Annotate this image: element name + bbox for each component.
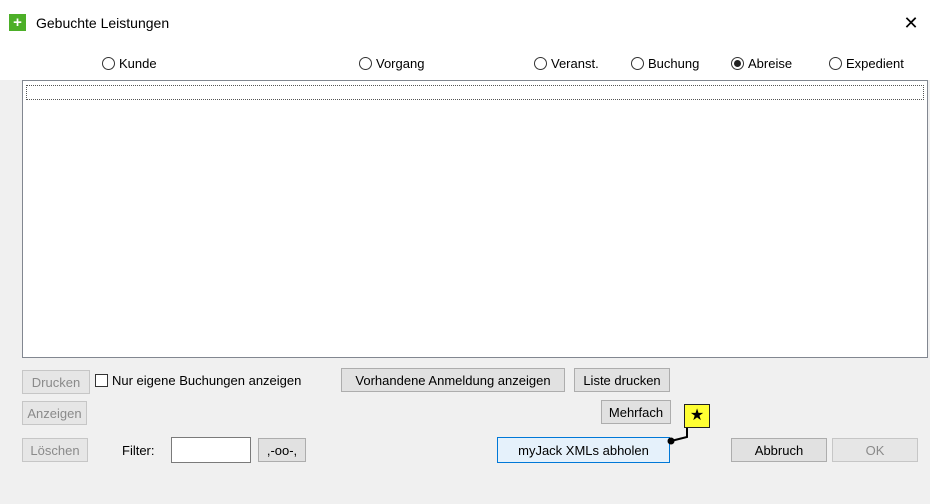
radio-circle-icon <box>102 56 115 70</box>
show-registration-button[interactable]: Vorhandene Anmeldung anzeigen <box>341 368 565 392</box>
app-plus-icon: + <box>9 14 26 31</box>
radio-label: Vorgang <box>376 55 425 71</box>
radio-label: Buchung <box>648 55 700 71</box>
myjack-fetch-button[interactable]: myJack XMLs abholen <box>497 437 670 463</box>
checkbox-label: Nur eigene Buchungen anzeigen <box>112 373 302 388</box>
radio-abreise[interactable]: Abreise <box>731 55 792 71</box>
dialog-window: + Gebuchte Leistungen ✕ Kunde Vorgang Ve… <box>0 0 930 504</box>
radio-label: Veranst. <box>551 55 599 71</box>
print-button[interactable]: Drucken <box>22 370 90 394</box>
radio-selected-icon <box>731 56 744 70</box>
radio-label: Abreise <box>748 55 793 71</box>
star-icon: ★ <box>684 404 710 428</box>
ok-button[interactable]: OK <box>832 438 918 462</box>
radio-veranst[interactable]: Veranst. <box>534 55 599 71</box>
radio-kunde[interactable]: Kunde <box>102 55 157 71</box>
show-button[interactable]: Anzeigen <box>22 401 87 425</box>
close-icon[interactable]: ✕ <box>900 12 922 34</box>
title-bar: + Gebuchte Leistungen ✕ <box>0 0 930 44</box>
radio-circle-icon <box>359 56 372 70</box>
radio-label: Expedient <box>846 55 904 71</box>
sort-radio-group: Kunde Vorgang Veranst. Buchung Abreise E… <box>0 44 930 80</box>
multiple-button[interactable]: Mehrfach <box>601 400 671 424</box>
radio-vorgang[interactable]: Vorgang <box>359 55 424 71</box>
checkbox-box-icon <box>95 374 108 387</box>
bookings-list[interactable] <box>22 80 928 358</box>
radio-label: Kunde <box>119 55 157 71</box>
radio-buchung[interactable]: Buchung <box>631 55 699 71</box>
callout-pointer <box>667 425 688 445</box>
filter-label: Filter: <box>122 443 155 458</box>
radio-circle-icon <box>631 56 644 70</box>
radio-expedient[interactable]: Expedient <box>829 55 904 71</box>
window-title: Gebuchte Leistungen <box>36 15 170 31</box>
list-focus-row[interactable] <box>26 85 924 100</box>
print-list-button[interactable]: Liste drucken <box>574 368 670 392</box>
cancel-button[interactable]: Abbruch <box>731 438 827 462</box>
radio-circle-icon <box>534 56 547 70</box>
own-bookings-checkbox[interactable]: Nur eigene Buchungen anzeigen <box>95 373 301 388</box>
radio-circle-icon <box>829 56 842 70</box>
delete-button[interactable]: Löschen <box>22 438 88 462</box>
filter-input[interactable] <box>171 437 251 463</box>
filter-reset-button[interactable]: ,-oo-, <box>258 438 306 462</box>
